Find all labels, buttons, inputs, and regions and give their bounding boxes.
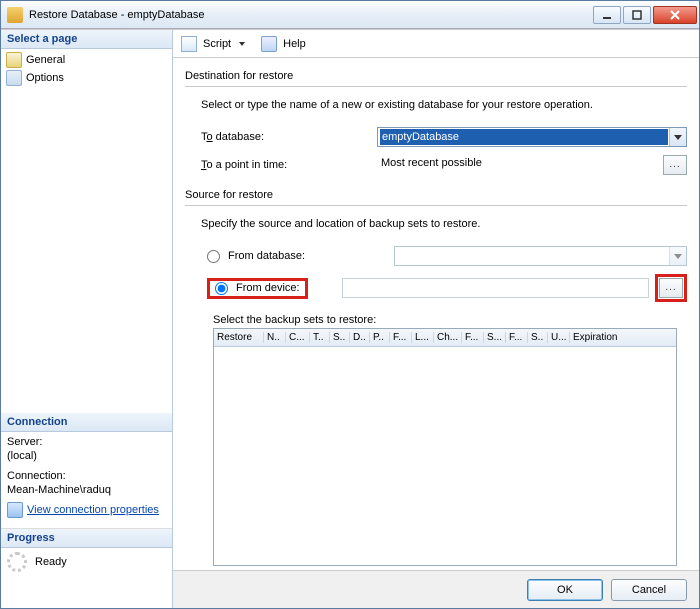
titlebar[interactable]: Restore Database - emptyDatabase (1, 1, 699, 29)
sidebar-item-label: General (26, 54, 65, 66)
database-icon (7, 7, 23, 23)
script-button[interactable]: Script (203, 38, 231, 50)
col-username[interactable]: U... (548, 332, 570, 343)
minimize-button[interactable] (593, 6, 621, 24)
col-position[interactable]: P.. (370, 332, 390, 343)
from-database-combo[interactable] (394, 246, 687, 266)
restore-database-dialog: Restore Database - emptyDatabase Select … (0, 0, 700, 609)
toolbar: Script Help (173, 30, 699, 58)
divider (185, 86, 687, 87)
to-database-dropdown-icon[interactable] (669, 128, 686, 146)
from-device-row: From device: (207, 274, 687, 302)
col-size[interactable]: S.. (528, 332, 548, 343)
script-dropdown-icon[interactable] (239, 42, 245, 46)
to-point-in-time-browse-button[interactable] (663, 155, 687, 175)
divider (185, 205, 687, 206)
server-label: Server: (7, 436, 166, 448)
sidebar: Select a page General Options Connection… (1, 30, 173, 608)
close-button[interactable] (653, 6, 697, 24)
destination-instruction: Select or type the name of a new or exis… (201, 99, 687, 111)
grid-header: Restore N.. C... T.. S.. D.. P.. F... L.… (214, 329, 676, 347)
from-device-label: From device: (236, 282, 300, 294)
col-type[interactable]: T.. (310, 332, 330, 343)
cancel-button[interactable]: Cancel (611, 579, 687, 601)
to-database-combo[interactable]: emptyDatabase (377, 127, 687, 147)
to-database-row: To database: emptyDatabase (201, 127, 687, 147)
sidebar-item-general[interactable]: General (4, 51, 169, 69)
select-page-header: Select a page (1, 30, 172, 49)
options-icon (6, 70, 22, 86)
maximize-button[interactable] (623, 6, 651, 24)
to-point-in-time-row: To a point in time: Most recent possible (201, 155, 687, 175)
source-section-title: Source for restore (185, 189, 687, 201)
progress-header: Progress (1, 529, 172, 548)
script-icon (181, 36, 197, 52)
from-device-highlight: From device: (207, 278, 308, 299)
dialog-buttons: OK Cancel (173, 570, 699, 608)
connection-value: Mean-Machine\raduq (7, 484, 166, 496)
progress-spinner-icon (7, 552, 27, 572)
source-instruction: Specify the source and location of backu… (201, 218, 687, 230)
connection-header: Connection (1, 413, 172, 432)
ok-button[interactable]: OK (527, 579, 603, 601)
connection-properties-icon (7, 502, 23, 518)
from-database-label: From database: (228, 250, 388, 262)
col-startdate[interactable]: S... (484, 332, 506, 343)
help-icon (261, 36, 277, 52)
sidebar-item-options[interactable]: Options (4, 69, 169, 87)
view-connection-properties-link[interactable]: View connection properties (27, 504, 159, 516)
connection-panel: Server: (local) Connection: Mean-Machine… (1, 432, 172, 529)
to-point-in-time-label: To a point in time: (201, 159, 371, 171)
col-restore[interactable]: Restore (214, 332, 264, 343)
from-database-value (397, 248, 668, 264)
progress-panel: Ready (1, 548, 172, 608)
from-device-browse-button[interactable] (659, 278, 683, 298)
help-button[interactable]: Help (283, 38, 306, 50)
page-list: General Options (1, 49, 172, 413)
col-firstlsn[interactable]: F... (390, 332, 412, 343)
col-component[interactable]: C... (286, 332, 310, 343)
to-database-label: To database: (201, 131, 371, 143)
col-finishdate[interactable]: F... (506, 332, 528, 343)
col-database[interactable]: D.. (350, 332, 370, 343)
to-point-in-time-value: Most recent possible (377, 155, 657, 175)
col-fulllsn[interactable]: F... (462, 332, 484, 343)
from-device-radio[interactable] (215, 282, 228, 295)
col-lastlsn[interactable]: L... (412, 332, 434, 343)
to-database-value: emptyDatabase (380, 129, 668, 145)
sidebar-item-label: Options (26, 72, 64, 84)
grid-body[interactable] (214, 347, 676, 565)
from-device-path-input[interactable] (342, 278, 649, 298)
general-icon (6, 52, 22, 68)
col-expiration[interactable]: Expiration (570, 332, 676, 343)
progress-status: Ready (35, 556, 67, 568)
col-checkpointlsn[interactable]: Ch... (434, 332, 462, 343)
from-device-browse-highlight (655, 274, 687, 302)
col-server[interactable]: S.. (330, 332, 350, 343)
from-database-radio[interactable] (207, 250, 220, 263)
from-database-row: From database: (207, 246, 687, 266)
view-connection-properties[interactable]: View connection properties (7, 502, 166, 518)
main-panel: Script Help Destination for restore Sele… (173, 30, 699, 608)
select-backup-sets-label: Select the backup sets to restore: (213, 314, 687, 326)
destination-section-title: Destination for restore (185, 70, 687, 82)
backup-sets-grid[interactable]: Restore N.. C... T.. S.. D.. P.. F... L.… (213, 328, 677, 566)
connection-label: Connection: (7, 470, 166, 482)
from-database-dropdown-icon[interactable] (669, 247, 686, 265)
window-title: Restore Database - emptyDatabase (29, 9, 591, 21)
col-name[interactable]: N.. (264, 332, 286, 343)
server-value: (local) (7, 450, 166, 462)
